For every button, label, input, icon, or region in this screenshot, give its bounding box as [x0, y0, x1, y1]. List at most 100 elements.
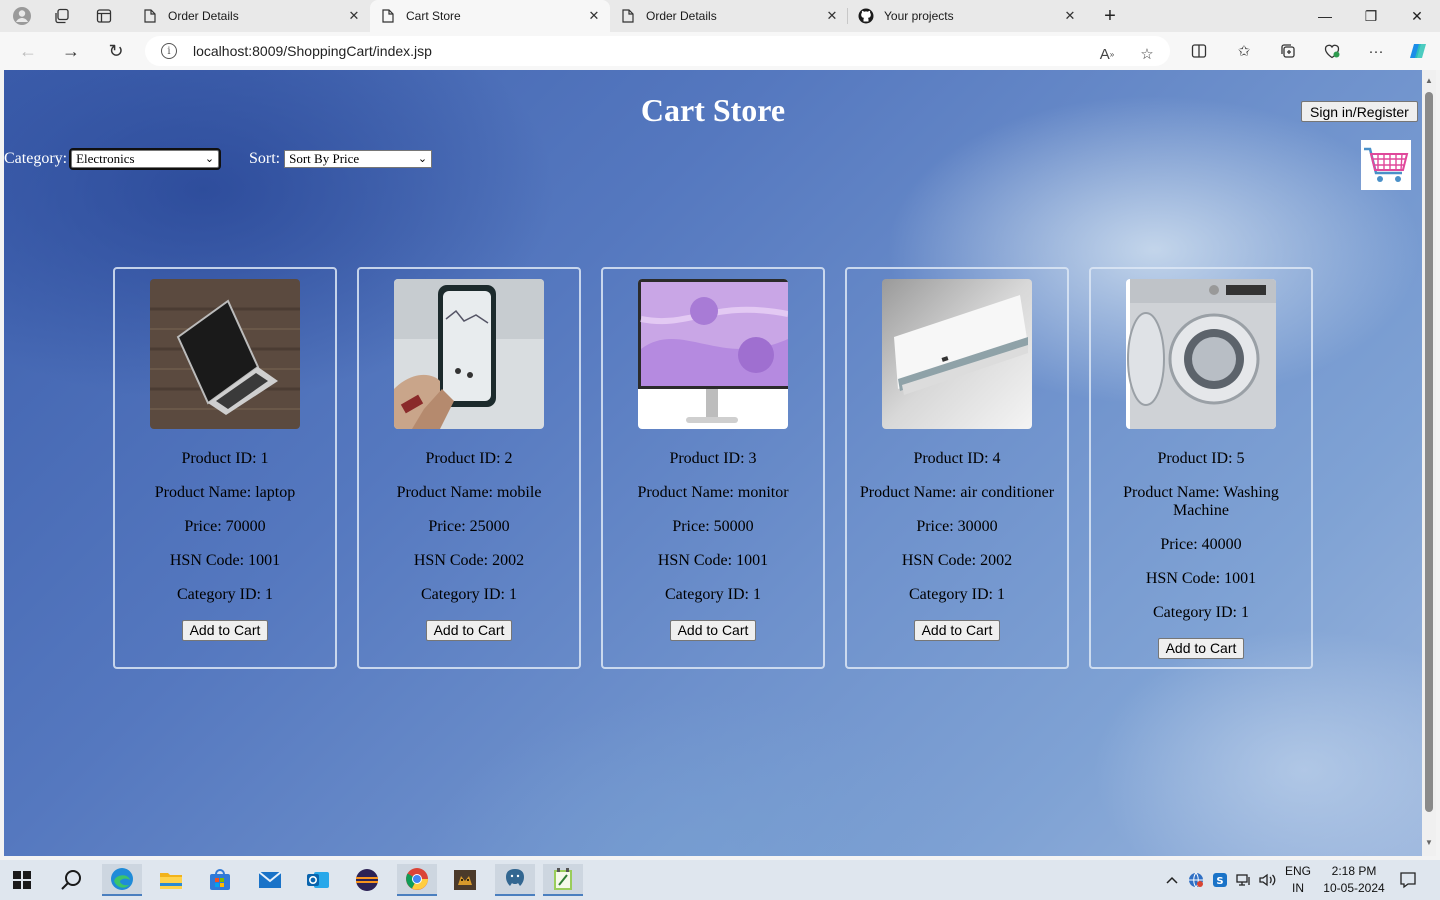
language-code: ENG	[1284, 864, 1311, 878]
chevron-down-icon: ⌄	[417, 153, 428, 165]
product-card: Product ID: 4 Product Name: air conditio…	[845, 267, 1069, 669]
mail-icon[interactable]	[250, 864, 290, 896]
read-aloud-icon[interactable]: A»	[1096, 43, 1118, 65]
eclipse-icon[interactable]	[347, 864, 387, 896]
notepad-plus-icon[interactable]	[543, 864, 583, 896]
add-to-cart-button[interactable]: Add to Cart	[425, 620, 513, 641]
tab-title: Cart Store	[406, 9, 461, 23]
close-icon[interactable]: ✕	[1062, 8, 1078, 24]
tab-actions-icon[interactable]	[92, 4, 116, 28]
cart-icon[interactable]	[1361, 140, 1411, 190]
add-to-cart-button[interactable]: Add to Cart	[181, 620, 269, 641]
restore-button[interactable]: ❐	[1348, 0, 1394, 32]
product-name: Product Name: monitor	[637, 484, 789, 501]
product-price: Price: 40000	[1160, 536, 1242, 553]
edge-taskbar-icon[interactable]	[102, 864, 142, 896]
product-price: Price: 30000	[916, 518, 998, 535]
close-icon[interactable]: ✕	[824, 8, 840, 24]
tab-title: Order Details	[168, 9, 239, 23]
start-button[interactable]	[2, 864, 42, 896]
mobile-image	[394, 279, 544, 429]
search-icon[interactable]	[52, 864, 92, 896]
browser-chrome: Order Details ✕ Cart Store ✕ Order Detai…	[0, 0, 1440, 70]
favorite-star-icon[interactable]: ☆	[1136, 43, 1158, 65]
category-selected-value: Electronics	[76, 151, 135, 166]
product-price: Price: 25000	[428, 518, 510, 535]
tomcat-icon[interactable]	[445, 864, 485, 896]
page-scrollbar[interactable]: ▲ ▼	[1422, 70, 1436, 856]
add-to-cart-button[interactable]: Add to Cart	[913, 620, 1001, 641]
scrollbar-thumb[interactable]	[1425, 92, 1433, 812]
clock-time: 2:18 PM	[1331, 864, 1377, 878]
product-name: Product Name: Washing Machine	[1123, 484, 1279, 519]
tab-title: Order Details	[646, 9, 717, 23]
category-select[interactable]: Electronics ⌄	[69, 148, 222, 170]
browser-toolbar: ← → ↻ i localhost:8009/ShoppingCart/inde…	[0, 32, 1440, 70]
product-id: Product ID: 1	[181, 450, 269, 467]
washing-machine-image	[1126, 279, 1276, 429]
favorites-icon[interactable]: ✩	[1230, 37, 1258, 65]
refresh-button[interactable]: ↻	[102, 37, 130, 65]
chevron-down-icon: ⌄	[204, 153, 215, 165]
split-screen-icon[interactable]	[1185, 37, 1213, 65]
input-language-indicator[interactable]: ENG IN	[1282, 863, 1314, 897]
show-hidden-icons-icon[interactable]	[1162, 870, 1182, 890]
outlook-icon[interactable]	[298, 864, 338, 896]
collections-icon[interactable]	[1274, 37, 1302, 65]
network-globe-icon[interactable]	[1186, 870, 1206, 890]
product-card: Product ID: 3 Product Name: monitor Pric…	[601, 267, 825, 669]
workspaces-icon[interactable]	[50, 4, 74, 28]
clock-date: 10-05-2024	[1323, 881, 1385, 895]
add-to-cart-button[interactable]: Add to Cart	[669, 620, 757, 641]
product-price: Price: 50000	[672, 518, 754, 535]
forward-button[interactable]: →	[57, 37, 85, 65]
sort-select[interactable]: Sort By Price ⌄	[284, 150, 433, 168]
scroll-up-arrow-icon[interactable]: ▲	[1424, 76, 1434, 86]
windows-taskbar: S ENG IN 2:18 PM 10-05-2024	[0, 860, 1440, 900]
add-to-cart-button[interactable]: Add to Cart	[1157, 638, 1245, 659]
tab-your-projects[interactable]: Your projects ✕	[848, 0, 1086, 32]
tab-cart-store[interactable]: Cart Store ✕	[370, 0, 610, 32]
scroll-down-arrow-icon[interactable]: ▼	[1424, 838, 1434, 848]
product-hsn: HSN Code: 2002	[901, 552, 1013, 569]
sort-label: Sort:	[249, 150, 281, 167]
skype-icon[interactable]: S	[1210, 870, 1230, 890]
chrome-icon[interactable]	[397, 864, 437, 896]
tab-order-details-2[interactable]: Order Details ✕	[610, 0, 848, 32]
minimize-button[interactable]: —	[1302, 0, 1348, 32]
info-icon[interactable]: i	[161, 43, 177, 59]
back-button[interactable]: ←	[14, 37, 42, 65]
web-page: Cart Store Sign in/Register Category: El…	[4, 70, 1422, 856]
laptop-image	[150, 279, 300, 429]
more-options-icon[interactable]: ···	[1362, 37, 1390, 65]
profile-icon[interactable]	[10, 4, 34, 28]
page-icon	[142, 8, 158, 24]
microsoft-store-icon[interactable]	[200, 864, 240, 896]
region-code: IN	[1292, 881, 1304, 895]
sign-in-register-button[interactable]: Sign in/Register	[1301, 101, 1418, 122]
product-id: Product ID: 4	[913, 450, 1001, 467]
close-icon[interactable]: ✕	[586, 8, 602, 24]
copilot-icon[interactable]	[1404, 37, 1432, 65]
wifi-network-icon[interactable]	[1234, 870, 1254, 890]
close-icon[interactable]: ✕	[346, 8, 362, 24]
close-window-button[interactable]: ✕	[1394, 0, 1440, 32]
address-bar[interactable]: i localhost:8009/ShoppingCart/index.jsp …	[145, 36, 1170, 66]
new-tab-button[interactable]: +	[1098, 4, 1122, 28]
product-card: Product ID: 1 Product Name: laptop Price…	[113, 267, 337, 669]
file-explorer-icon[interactable]	[151, 864, 191, 896]
product-hsn: HSN Code: 1001	[657, 552, 769, 569]
product-id: Product ID: 5	[1157, 450, 1245, 467]
page-icon	[380, 8, 396, 24]
sort-control: Sort: Sort By Price ⌄	[249, 150, 433, 168]
product-price: Price: 70000	[184, 518, 266, 535]
volume-icon[interactable]	[1258, 870, 1278, 890]
url-text: localhost:8009/ShoppingCart/index.jsp	[193, 43, 432, 59]
tab-bar: Order Details ✕ Cart Store ✕ Order Detai…	[0, 0, 1440, 32]
postgresql-icon[interactable]	[495, 864, 535, 896]
browser-essentials-icon[interactable]	[1318, 37, 1346, 65]
system-clock[interactable]: 2:18 PM 10-05-2024	[1316, 863, 1392, 897]
tab-order-details-1[interactable]: Order Details ✕	[132, 0, 370, 32]
product-category-id: Category ID: 1	[177, 586, 273, 603]
notifications-icon[interactable]	[1396, 868, 1420, 892]
